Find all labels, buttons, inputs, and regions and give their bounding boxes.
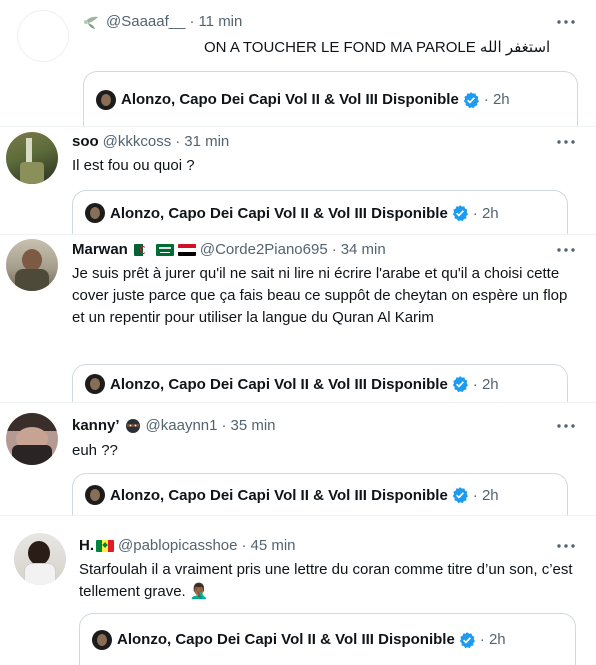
quoted-tweet[interactable]: Alonzo, Capo Dei Capi Vol II & Vol III D… xyxy=(72,190,568,235)
quoted-author-name: Alonzo, Capo Dei Capi Vol II & Vol III D… xyxy=(121,91,459,108)
quoted-time: · 2h xyxy=(472,375,499,393)
tweet-text: euh ?? xyxy=(72,442,118,459)
tweet-text: Starfoulah il a vraiment pris une lettre… xyxy=(79,561,577,600)
avatar[interactable] xyxy=(6,132,58,184)
tweet-text: Il est fou ou quoi ? xyxy=(72,157,195,174)
tweet-text: Je suis prêt à jurer qu'il ne sait ni li… xyxy=(72,265,572,326)
quoted-time: · 2h xyxy=(479,631,506,648)
tweet-header: @Saaaaf__ · 11 min xyxy=(82,12,242,32)
quoted-tweet[interactable]: Alonzo, Capo Dei Capi Vol II & Vol III D… xyxy=(83,71,578,127)
verified-badge-icon xyxy=(452,376,468,393)
dot-separator: · xyxy=(331,241,337,258)
dove-emoji-icon xyxy=(84,16,98,29)
tweet-header: soo @kkkcoss · 31 min xyxy=(72,132,229,152)
tweet-time[interactable]: 45 min xyxy=(250,536,295,556)
tweet-handle[interactable]: @Saaaaf__ xyxy=(106,12,185,32)
quoted-time: · 2h xyxy=(472,204,499,222)
tweet-time[interactable]: 34 min xyxy=(341,240,386,260)
tweet-4[interactable]: kanny’ @kaaynn1 · 35 min euh ?? Alonzo, … xyxy=(0,403,596,516)
dot-separator: · xyxy=(221,417,227,434)
dot-separator: · xyxy=(175,133,181,150)
quoted-time: · 2h xyxy=(483,91,510,108)
quoted-author-name: Alonzo, Capo Dei Capi Vol II & Vol III D… xyxy=(110,204,448,222)
avatar[interactable] xyxy=(17,10,69,62)
tweet-author-name[interactable]: H. xyxy=(79,536,94,556)
algeria-flag-icon xyxy=(133,244,152,256)
tweet-author-name[interactable]: Marwan xyxy=(72,240,128,260)
quoted-avatar xyxy=(85,374,105,394)
tweet-header: kanny’ @kaaynn1 · 35 min xyxy=(72,416,276,436)
avatar[interactable] xyxy=(6,239,58,291)
quoted-avatar xyxy=(92,629,112,650)
more-icon[interactable] xyxy=(556,240,576,260)
tweet-2[interactable]: soo @kkkcoss · 31 min Il est fou ou quoi… xyxy=(0,127,596,235)
dot-separator: · xyxy=(241,537,247,554)
quoted-author-name: Alonzo, Capo Dei Capi Vol II & Vol III D… xyxy=(110,375,448,393)
tweet-time[interactable]: 11 min xyxy=(198,12,242,32)
tweet-time[interactable]: 31 min xyxy=(184,132,229,152)
tweet-author-name[interactable]: soo xyxy=(72,132,99,152)
tweet-time[interactable]: 35 min xyxy=(230,416,275,436)
avatar[interactable] xyxy=(14,533,66,585)
saudi-flag-icon xyxy=(155,244,174,256)
tweet-handle[interactable]: @kkkcoss xyxy=(103,132,172,152)
quoted-tweet[interactable]: Alonzo, Capo Dei Capi Vol II & Vol III D… xyxy=(72,364,568,403)
quoted-avatar xyxy=(96,89,116,110)
tweet-5[interactable]: H. @pablopicasshoe · 45 min Starfoulah i… xyxy=(0,516,596,665)
tweet-3[interactable]: Marwan @Corde2Piano695 · 34 min Je suis … xyxy=(0,235,596,403)
tweet-handle[interactable]: @pablopicasshoe xyxy=(118,536,237,556)
quoted-author-name: Alonzo, Capo Dei Capi Vol II & Vol III D… xyxy=(110,486,448,504)
more-icon[interactable] xyxy=(556,12,576,32)
quoted-time: · 2h xyxy=(472,486,499,504)
quoted-avatar xyxy=(85,485,105,505)
tweet-author-name[interactable]: kanny’ xyxy=(72,416,120,436)
quoted-tweet[interactable]: Alonzo, Capo Dei Capi Vol II & Vol III D… xyxy=(72,473,568,516)
tweet-handle[interactable]: @Corde2Piano695 xyxy=(200,240,328,260)
verified-badge-icon xyxy=(452,487,468,504)
quoted-author-name: Alonzo, Capo Dei Capi Vol II & Vol III D… xyxy=(117,631,455,648)
verified-badge-icon xyxy=(463,91,479,108)
avatar[interactable] xyxy=(6,413,58,465)
yemen-flag-icon xyxy=(177,244,196,256)
tweet-header: Marwan @Corde2Piano695 · 34 min xyxy=(72,240,386,260)
more-icon[interactable] xyxy=(556,416,576,436)
more-icon[interactable] xyxy=(556,536,576,556)
quoted-tweet[interactable]: Alonzo, Capo Dei Capi Vol II & Vol III D… xyxy=(79,613,576,665)
tweet-header: H. @pablopicasshoe · 45 min xyxy=(79,536,296,556)
ninja-emoji-icon xyxy=(125,419,140,433)
tweet-1[interactable]: @Saaaaf__ · 11 min ON A TOUCHER LE FOND … xyxy=(0,0,596,127)
verified-badge-icon xyxy=(452,205,468,222)
verified-badge-icon xyxy=(459,631,475,648)
dot-separator: · xyxy=(189,13,195,30)
quoted-avatar xyxy=(85,203,105,223)
senegal-flag-icon xyxy=(96,540,114,552)
tweet-text: ON A TOUCHER LE FOND MA PAROLE استغفر ال… xyxy=(204,39,551,56)
tweet-handle[interactable]: @kaaynn1 xyxy=(146,416,218,436)
more-icon[interactable] xyxy=(556,132,576,152)
